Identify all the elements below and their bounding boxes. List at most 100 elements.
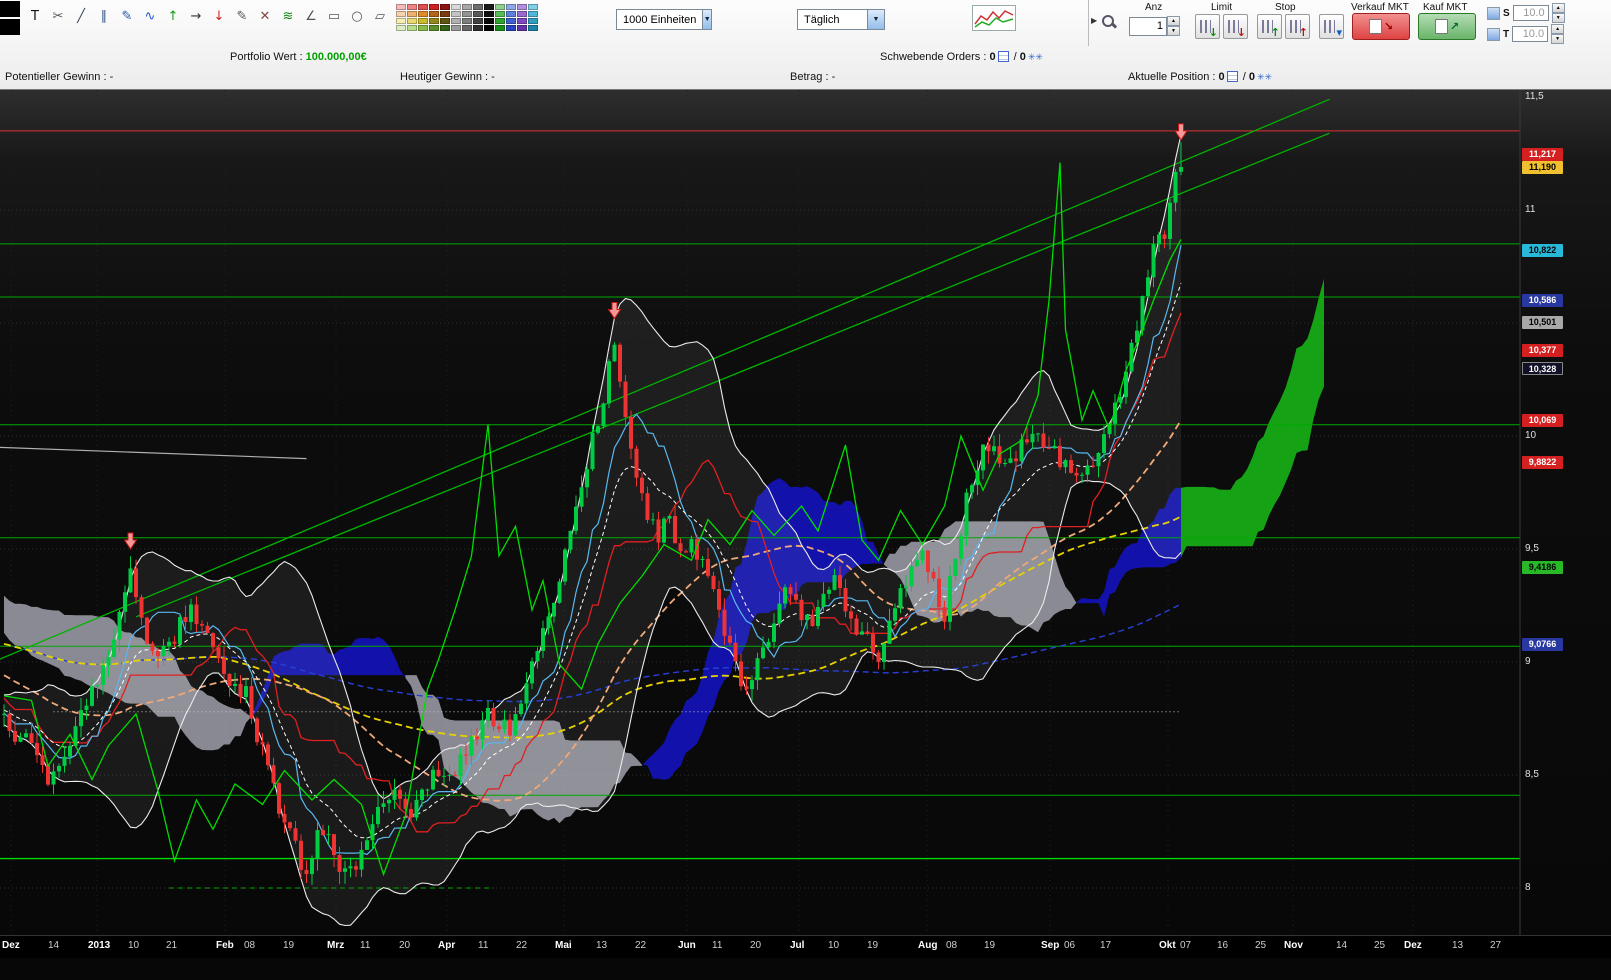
palette-swatch[interactable] xyxy=(462,4,472,10)
palette-swatch[interactable] xyxy=(484,18,494,24)
stop-buy-button[interactable]: ↑ xyxy=(1257,14,1282,39)
palette-swatch[interactable] xyxy=(418,11,428,17)
limit-buy-button[interactable]: ↓ xyxy=(1195,14,1220,39)
down-arrow-tool[interactable]: ↓ xyxy=(208,3,230,29)
palette-swatch[interactable] xyxy=(418,25,428,31)
palette-swatch[interactable] xyxy=(473,25,483,31)
palette-swatch[interactable] xyxy=(473,18,483,24)
palette-swatch[interactable] xyxy=(407,11,417,17)
palette-swatch[interactable] xyxy=(429,4,439,10)
palette-swatch[interactable] xyxy=(451,18,461,24)
palette-swatch[interactable] xyxy=(462,25,472,31)
palette-swatch[interactable] xyxy=(495,25,505,31)
palette-swatch[interactable] xyxy=(407,4,417,10)
palette-swatch[interactable] xyxy=(396,4,406,10)
palette-swatch[interactable] xyxy=(528,25,538,31)
angle-tool[interactable]: ∠ xyxy=(300,3,322,29)
t-value-input[interactable] xyxy=(1512,26,1548,42)
t-down-button[interactable]: ▼ xyxy=(1551,34,1564,44)
up-arrow-tool[interactable]: ↑ xyxy=(162,3,184,29)
palette-swatch[interactable] xyxy=(495,11,505,17)
t-order-icon[interactable] xyxy=(1487,28,1500,41)
s-value-input[interactable] xyxy=(1513,5,1549,21)
palette-swatch[interactable] xyxy=(407,25,417,31)
zigzag-tool[interactable]: ∿ xyxy=(139,3,161,29)
stop-sell-button[interactable]: ↑ xyxy=(1285,14,1310,39)
position-settings-gears-icon[interactable]: ✳✳ xyxy=(1257,73,1272,83)
palette-swatch[interactable] xyxy=(517,4,527,10)
panel-expand-icon[interactable]: ▶ xyxy=(1091,16,1097,25)
orders-detail-icon[interactable] xyxy=(998,51,1009,62)
orders-settings-gears-icon[interactable]: ✳✳ xyxy=(1028,53,1043,63)
chart-area[interactable] xyxy=(0,90,1611,935)
tools-icon[interactable]: ✂ xyxy=(47,3,69,29)
period-dropdown[interactable]: Täglich ▼ xyxy=(797,9,885,30)
palette-swatch[interactable] xyxy=(473,4,483,10)
palette-swatch[interactable] xyxy=(528,11,538,17)
window-icon[interactable] xyxy=(0,1,20,17)
ellipse-tool[interactable]: ○ xyxy=(346,3,368,29)
delete-drawing-tool[interactable]: ✕ xyxy=(254,3,276,29)
palette-swatch[interactable] xyxy=(451,11,461,17)
palette-swatch[interactable] xyxy=(506,11,516,17)
palette-swatch[interactable] xyxy=(517,18,527,24)
palette-swatch[interactable] xyxy=(451,25,461,31)
palette-swatch[interactable] xyxy=(418,4,428,10)
rectangle-tool[interactable]: ▭ xyxy=(323,3,345,29)
palette-swatch[interactable] xyxy=(484,25,494,31)
position-detail-icon[interactable] xyxy=(1227,71,1238,82)
line-tool[interactable]: ╱ xyxy=(70,3,92,29)
verkauf-mkt-button[interactable]: ↘ xyxy=(1352,13,1410,40)
parallel-lines-tool[interactable]: ∥ xyxy=(93,3,115,29)
palette-swatch[interactable] xyxy=(440,18,450,24)
palette-swatch[interactable] xyxy=(528,18,538,24)
palette-swatch[interactable] xyxy=(506,18,516,24)
palette-swatch[interactable] xyxy=(462,18,472,24)
right-arrow-tool[interactable]: → xyxy=(185,3,207,29)
palette-swatch[interactable] xyxy=(495,18,505,24)
s-down-button[interactable]: ▼ xyxy=(1552,13,1565,23)
s-order-icon[interactable] xyxy=(1487,7,1500,20)
draw-pencil-tool[interactable]: ✎ xyxy=(231,3,253,29)
palette-swatch[interactable] xyxy=(396,11,406,17)
palette-swatch[interactable] xyxy=(528,4,538,10)
parallelogram-tool[interactable]: ▱ xyxy=(369,3,391,29)
chart-preview-icon[interactable] xyxy=(972,5,1016,31)
palette-swatch[interactable] xyxy=(440,11,450,17)
palette-swatch[interactable] xyxy=(429,25,439,31)
s-up-button[interactable]: ▲ xyxy=(1552,3,1565,13)
order-misc-button[interactable]: ▾ xyxy=(1319,14,1344,39)
palette-swatch[interactable] xyxy=(506,4,516,10)
palette-swatch[interactable] xyxy=(506,25,516,31)
palette-swatch[interactable] xyxy=(517,11,527,17)
window-icon-2[interactable] xyxy=(0,19,20,35)
palette-swatch[interactable] xyxy=(396,18,406,24)
palette-swatch[interactable] xyxy=(396,25,406,31)
text-tool[interactable]: T xyxy=(24,3,46,29)
palette-swatch[interactable] xyxy=(484,11,494,17)
anz-up-button[interactable]: ▲ xyxy=(1167,16,1180,26)
anz-input[interactable] xyxy=(1129,17,1167,36)
palette-swatch[interactable] xyxy=(484,4,494,10)
order-tools-icon[interactable] xyxy=(1101,14,1117,30)
palette-swatch[interactable] xyxy=(495,4,505,10)
trend-channel-tool[interactable]: ≋ xyxy=(277,3,299,29)
palette-swatch[interactable] xyxy=(451,4,461,10)
palette-swatch[interactable] xyxy=(473,11,483,17)
pencil-tool[interactable]: ✎ xyxy=(116,3,138,29)
t-up-button[interactable]: ▲ xyxy=(1551,24,1564,34)
price-chart-canvas[interactable] xyxy=(0,90,1611,935)
limit-sell-button[interactable]: ↓ xyxy=(1223,14,1248,39)
kauf-mkt-button[interactable]: ↗ xyxy=(1418,13,1476,40)
palette-swatch[interactable] xyxy=(429,11,439,17)
palette-swatch[interactable] xyxy=(462,11,472,17)
palette-swatch[interactable] xyxy=(418,18,428,24)
palette-swatch[interactable] xyxy=(407,18,417,24)
anz-down-button[interactable]: ▼ xyxy=(1167,26,1180,36)
palette-swatch[interactable] xyxy=(429,18,439,24)
palette-swatch[interactable] xyxy=(440,25,450,31)
orders-separator: / xyxy=(1014,51,1017,63)
units-dropdown[interactable]: 1000 Einheiten ▼ xyxy=(616,9,712,30)
palette-swatch[interactable] xyxy=(440,4,450,10)
palette-swatch[interactable] xyxy=(517,25,527,31)
